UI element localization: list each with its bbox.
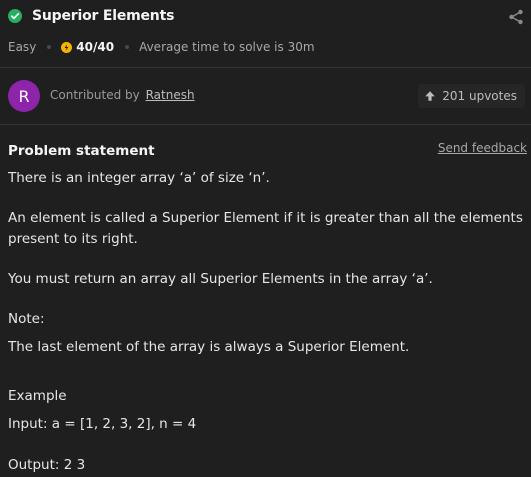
problem-statement-heading: Problem statement xyxy=(8,143,155,159)
problem-page: Superior Elements Easy 40/40 Average tim… xyxy=(0,0,531,477)
divider xyxy=(0,124,531,125)
contributor-link[interactable]: Ratnesh xyxy=(146,88,195,102)
avatar: R xyxy=(8,80,40,112)
statement-paragraph: An element is called a Superior Element … xyxy=(8,210,523,247)
problem-title: Superior Elements xyxy=(32,8,175,24)
difficulty-label: Easy xyxy=(8,40,37,54)
contributed-by-label: Contributed by xyxy=(50,88,140,102)
separator-dot xyxy=(125,45,130,49)
score-value: 40/40 xyxy=(76,40,115,54)
coin-icon xyxy=(61,41,73,53)
separator-dot xyxy=(47,45,52,49)
statement-paragraph: You must return an array all Superior El… xyxy=(8,271,433,287)
upvote-count: 201 upvotes xyxy=(442,89,517,103)
send-feedback-link[interactable]: Send feedback xyxy=(438,141,527,155)
check-circle-icon xyxy=(8,9,22,23)
arrow-up-icon xyxy=(425,91,436,101)
example-input: Input: a = [1, 2, 3, 2], n = 4 xyxy=(8,416,197,432)
example-output: Output: 2 3 xyxy=(8,457,86,473)
note-label: Note: xyxy=(8,311,45,327)
note-text: The last element of the array is always … xyxy=(8,339,410,355)
meta-row: Easy 40/40 Average time to solve is 30m xyxy=(8,38,315,56)
share-icon[interactable] xyxy=(508,9,524,25)
average-time: Average time to solve is 30m xyxy=(139,40,315,54)
example-label: Example xyxy=(8,388,67,404)
contributor-line: Contributed by Ratnesh xyxy=(50,88,195,102)
statement-paragraph: There is an integer array ‘a’ of size ‘n… xyxy=(8,170,270,186)
upvote-button[interactable]: 201 upvotes xyxy=(418,84,525,108)
divider xyxy=(0,67,531,68)
title-row: Superior Elements xyxy=(0,0,531,34)
